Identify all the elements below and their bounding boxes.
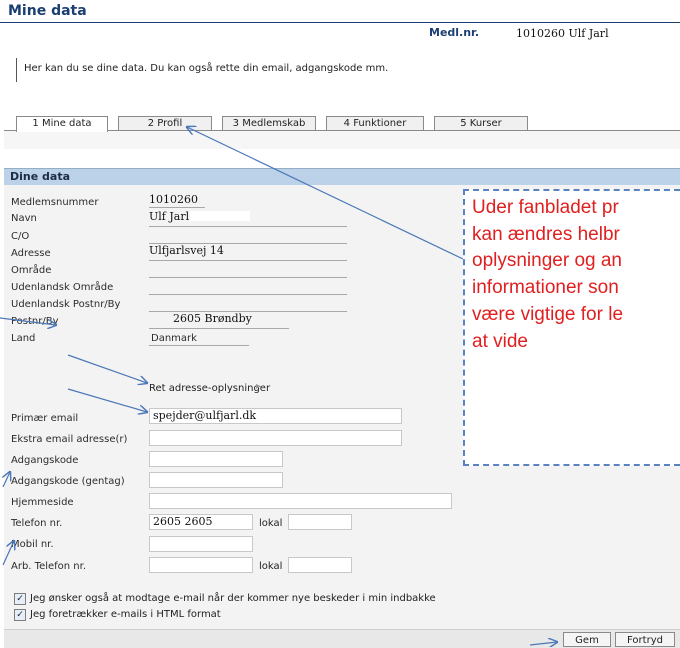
checkbox-html-format[interactable]: ✓ (14, 609, 26, 621)
underline-navn (149, 226, 347, 227)
tab-profil[interactable]: 2 Profil (118, 116, 212, 131)
save-button[interactable]: Gem (563, 632, 611, 647)
label-mobile: Mobil nr. (11, 539, 54, 550)
label-navn: Navn (11, 213, 37, 224)
title-divider (0, 22, 680, 23)
primary-email-input[interactable]: spejder@ulfjarl.dk (149, 408, 402, 424)
label-password: Adgangskode (11, 455, 79, 466)
label-phone: Telefon nr. (11, 518, 63, 529)
label-extra-email: Ekstra email adresse(r) (11, 434, 128, 445)
tab-kurser[interactable]: 5 Kurser (434, 116, 528, 131)
phone-input[interactable]: 2605 2605 (149, 514, 253, 530)
label-adresse: Adresse (11, 248, 51, 259)
password-repeat-input[interactable] (149, 472, 283, 488)
label-omraade: Område (11, 265, 52, 276)
edit-address-link[interactable]: Ret adresse-oplysninger (149, 383, 270, 394)
label-homepage: Hjemmeside (11, 497, 74, 508)
label-work-lokal: lokal (259, 561, 283, 572)
underline-omraade (149, 277, 347, 278)
label-co: C/O (11, 231, 30, 242)
underline-land (149, 345, 249, 346)
label-udl-postnr: Udenlandsk Postnr/By (11, 299, 121, 310)
tab-funktioner[interactable]: 4 Funktioner (326, 116, 424, 131)
tab-mine-data[interactable]: 1 Mine data (16, 116, 108, 132)
redaction-mark (190, 211, 250, 221)
homepage-input[interactable] (149, 493, 452, 509)
chevron-right-icon[interactable]: ▸ (256, 381, 261, 392)
member-number-label: Medl.nr. (429, 26, 480, 39)
tab-medlemskab[interactable]: 3 Medlemskab (222, 116, 316, 131)
value-navn: Ulf Jarl (149, 210, 190, 223)
work-phone-input[interactable] (149, 557, 253, 573)
extra-email-input[interactable] (149, 430, 402, 446)
label-primary-email: Primær email (11, 413, 79, 424)
section-title: Dine data (10, 170, 71, 183)
annotation-callout: Uder fanbladet pr kan ændres helbr oplys… (463, 189, 680, 466)
page-title: Mine data (8, 3, 87, 19)
cancel-button[interactable]: Fortryd (615, 632, 675, 647)
label-medlemsnummer: Medlemsnummer (11, 197, 99, 208)
label-notify-email: Jeg ønsker også at modtage e-mail når de… (30, 593, 436, 604)
mobile-input[interactable] (149, 536, 253, 552)
value-land: Danmark (151, 333, 197, 344)
phone-lokal-input[interactable] (288, 514, 352, 530)
password-input[interactable] (149, 451, 283, 467)
underline-medlemsnummer (149, 207, 205, 208)
label-land: Land (11, 333, 36, 344)
intro-text: Her kan du se dine data. Du kan også ret… (24, 63, 389, 74)
member-number-value: 1010260 Ulf Jarl (516, 27, 609, 40)
work-lokal-input[interactable] (288, 557, 352, 573)
underline-adresse (149, 260, 347, 261)
tab-content-strip (4, 131, 680, 149)
checkbox-notify-email[interactable]: ✓ (14, 593, 26, 605)
value-postnr: 2605 Brøndby (173, 312, 252, 325)
value-adresse: Ulfjarlsvej 14 (149, 244, 224, 257)
label-postnr: Postnr/By (11, 316, 59, 327)
label-phone-lokal: lokal (259, 518, 283, 529)
underline-postnr (149, 328, 289, 329)
callout-text: Uder fanbladet pr kan ændres helbr oplys… (472, 197, 624, 352)
intro-marker (16, 58, 17, 82)
label-html-format: Jeg foretrækker e-mails i HTML format (30, 609, 221, 620)
value-medlemsnummer: 1010260 (149, 193, 198, 206)
section-header (4, 168, 680, 185)
label-work-phone: Arb. Telefon nr. (11, 561, 87, 572)
label-password-repeat: Adgangskode (gentag) (11, 476, 125, 487)
label-udl-omraade: Udenlandsk Område (11, 282, 114, 293)
underline-udl-omraade (149, 294, 347, 295)
